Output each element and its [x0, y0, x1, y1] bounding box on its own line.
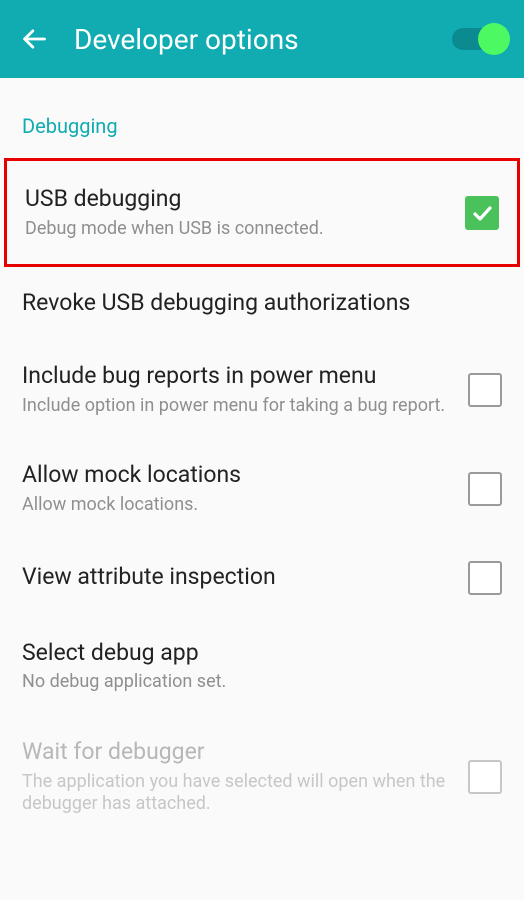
item-subtitle: Allow mock locations.	[22, 494, 456, 517]
item-title: Wait for debugger	[22, 738, 456, 767]
section-label-debugging: Debugging	[0, 78, 524, 158]
item-text: Wait for debugger The application you ha…	[22, 738, 468, 816]
item-select-debug-app[interactable]: Select debug app No debug application se…	[0, 617, 524, 716]
item-wait-for-debugger: Wait for debugger The application you ha…	[0, 716, 524, 838]
item-text: USB debugging Debug mode when USB is con…	[25, 185, 465, 240]
back-button[interactable]	[18, 23, 50, 55]
checkbox-bug-reports[interactable]	[468, 373, 502, 407]
item-mock-locations[interactable]: Allow mock locations Allow mock location…	[0, 439, 524, 538]
page-title: Developer options	[74, 23, 452, 56]
item-title: Include bug reports in power menu	[22, 362, 456, 391]
checkbox-attribute-inspection[interactable]	[468, 561, 502, 595]
checkbox-usb-debugging[interactable]	[465, 196, 499, 230]
item-text: Select debug app No debug application se…	[22, 639, 502, 694]
item-subtitle: Debug mode when USB is connected.	[25, 218, 453, 241]
item-attribute-inspection[interactable]: View attribute inspection	[0, 539, 524, 617]
item-usb-debugging[interactable]: USB debugging Debug mode when USB is con…	[7, 161, 517, 264]
item-text: Allow mock locations Allow mock location…	[22, 461, 468, 516]
back-arrow-icon	[20, 25, 48, 53]
master-toggle[interactable]	[452, 28, 506, 50]
item-text: View attribute inspection	[22, 563, 468, 592]
item-text: Include bug reports in power menu Includ…	[22, 362, 468, 417]
checkmark-icon	[470, 201, 494, 225]
item-title: USB debugging	[25, 185, 453, 214]
highlight-usb-debugging: USB debugging Debug mode when USB is con…	[4, 158, 520, 267]
item-title: Allow mock locations	[22, 461, 456, 490]
item-title: Revoke USB debugging authorizations	[22, 289, 490, 318]
item-subtitle: The application you have selected will o…	[22, 771, 456, 816]
item-title: View attribute inspection	[22, 563, 456, 592]
item-revoke-auth[interactable]: Revoke USB debugging authorizations	[0, 267, 524, 340]
item-subtitle: Include option in power menu for taking …	[22, 395, 456, 418]
toggle-knob	[478, 23, 510, 55]
item-title: Select debug app	[22, 639, 490, 668]
item-bug-reports[interactable]: Include bug reports in power menu Includ…	[0, 340, 524, 439]
checkbox-wait-for-debugger	[468, 760, 502, 794]
settings-list: Debugging USB debugging Debug mode when …	[0, 78, 524, 838]
item-subtitle: No debug application set.	[22, 671, 490, 694]
checkbox-mock-locations[interactable]	[468, 472, 502, 506]
item-text: Revoke USB debugging authorizations	[22, 289, 502, 318]
app-header: Developer options	[0, 0, 524, 78]
